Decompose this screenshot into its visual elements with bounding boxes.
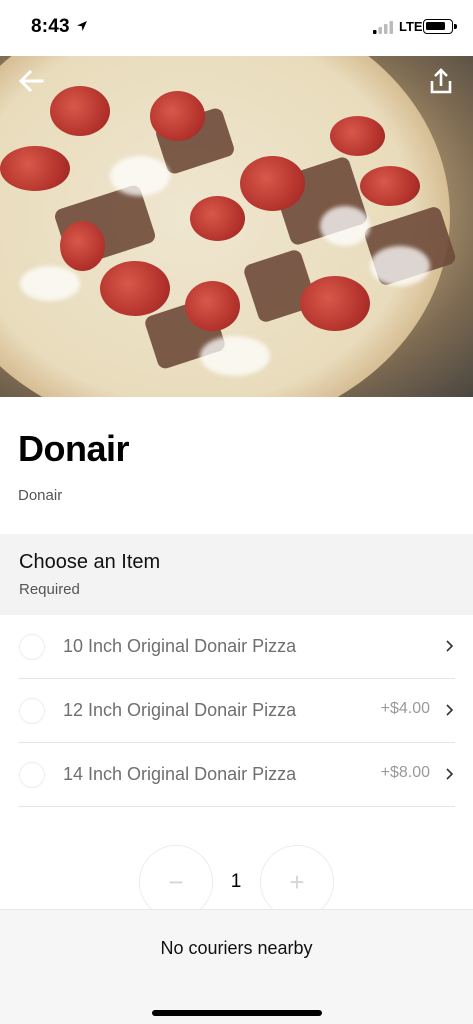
option-12-inch[interactable]: 12 Inch Original Donair Pizza +$4.00 <box>18 679 455 743</box>
item-description: Donair <box>18 487 63 504</box>
back-button[interactable] <box>14 64 48 98</box>
status-bar: 8:43 LTE <box>0 0 473 56</box>
radio-button[interactable] <box>19 762 45 788</box>
decrease-quantity-button[interactable]: − <box>139 845 213 919</box>
location-arrow-icon <box>77 21 87 31</box>
option-price: +$4.00 <box>380 700 430 717</box>
status-time: 8:43 <box>31 16 70 37</box>
chevron-right-icon <box>446 768 454 780</box>
option-10-inch[interactable]: 10 Inch Original Donair Pizza <box>18 615 455 679</box>
network-type: LTE <box>399 19 423 34</box>
option-14-inch[interactable]: 14 Inch Original Donair Pizza +$8.00 <box>18 743 455 807</box>
chevron-right-icon <box>446 704 454 716</box>
share-icon <box>430 68 452 94</box>
radio-button[interactable] <box>19 634 45 660</box>
item-title: Donair <box>18 428 130 469</box>
radio-button[interactable] <box>19 698 45 724</box>
increase-quantity-button[interactable]: + <box>260 845 334 919</box>
footer-bar: No couriers nearby <box>0 909 473 1024</box>
quantity-stepper: − 1 + <box>0 845 473 919</box>
quantity-value: 1 <box>230 871 242 892</box>
option-label: 12 Inch Original Donair Pizza <box>63 700 297 720</box>
option-label: 10 Inch Original Donair Pizza <box>63 636 297 656</box>
chevron-right-icon <box>446 640 454 652</box>
section-title: Choose an Item <box>19 551 161 573</box>
item-hero-image <box>0 56 473 397</box>
option-price: +$8.00 <box>380 764 430 781</box>
required-label: Required <box>19 581 80 598</box>
no-couriers-message: No couriers nearby <box>160 938 313 958</box>
signal-icon <box>373 21 393 34</box>
battery-icon <box>423 19 457 34</box>
option-list: 10 Inch Original Donair Pizza 12 Inch Or… <box>0 615 473 807</box>
share-button[interactable] <box>424 64 458 98</box>
choose-item-section-header: Choose an Item Required <box>0 534 473 615</box>
arrow-left-icon <box>18 70 44 92</box>
home-indicator[interactable] <box>152 1010 322 1016</box>
option-label: 14 Inch Original Donair Pizza <box>63 764 297 784</box>
